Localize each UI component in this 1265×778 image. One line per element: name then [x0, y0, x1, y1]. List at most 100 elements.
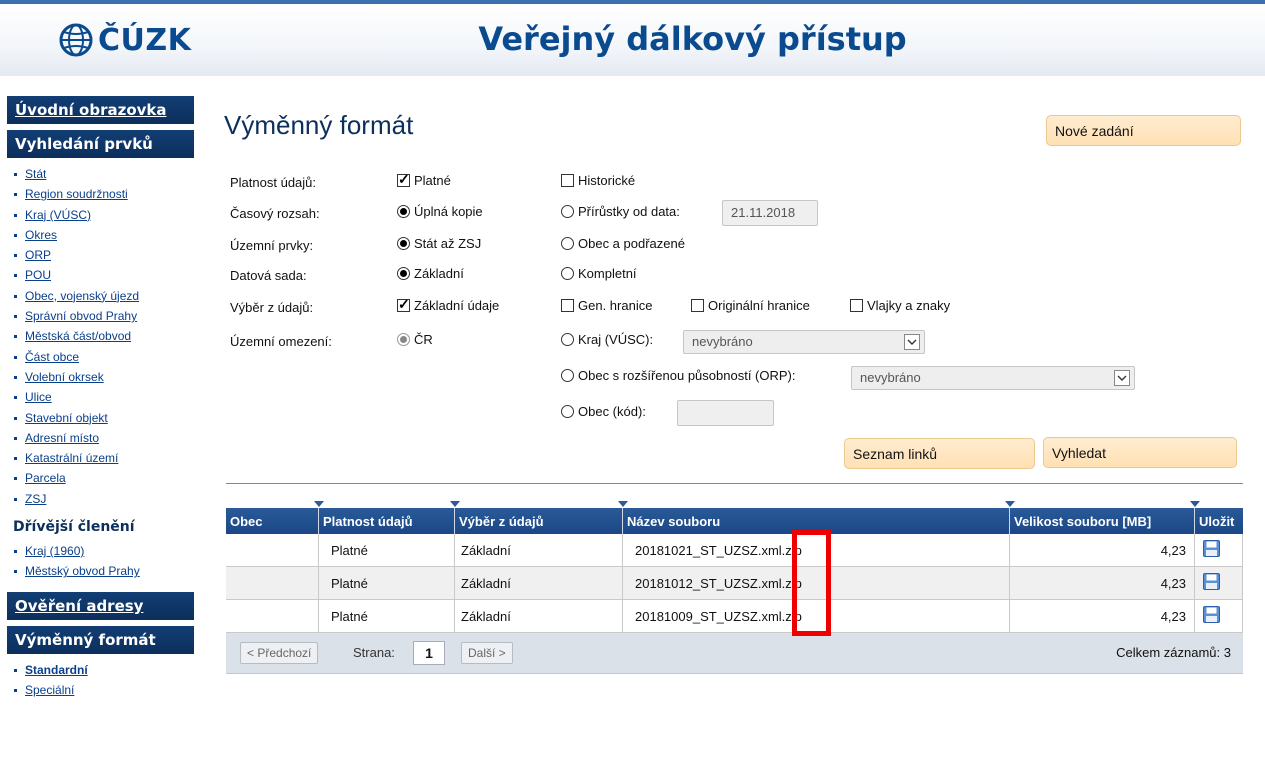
sort-marker-icon: [618, 501, 628, 507]
col-header-label: Název souboru: [627, 513, 721, 529]
option-prirustky[interactable]: Přírůstky od data:: [561, 204, 680, 219]
page-number-input[interactable]: 1: [413, 641, 445, 665]
save-icon[interactable]: [1203, 573, 1220, 590]
col-velikost[interactable]: Velikost souboru [MB]: [1005, 501, 1195, 534]
option-platne[interactable]: Platné: [397, 171, 451, 188]
radio-cr[interactable]: [397, 333, 410, 346]
col-header-label: Platnost údajů: [323, 513, 413, 529]
sidebar-link[interactable]: ZSJ: [25, 492, 46, 506]
option-vlajky[interactable]: Vlajky a znaky: [850, 298, 950, 313]
sidebar-item-standardni: Standardní: [14, 660, 194, 680]
sort-marker-icon: [1190, 501, 1200, 507]
sidebar-link[interactable]: Adresní místo: [25, 431, 99, 445]
sidebar-item-parcela: Parcela: [14, 468, 194, 488]
sidebar-link[interactable]: Standardní: [25, 663, 88, 677]
label-selection: Výběr z údajů:: [230, 300, 314, 315]
save-icon[interactable]: [1203, 540, 1220, 557]
cell-size: 4,23: [1009, 599, 1195, 633]
option-cr[interactable]: ČR: [397, 332, 433, 347]
section-divider: [226, 483, 1243, 484]
option-uplna-kopie[interactable]: Úplná kopie: [397, 204, 483, 219]
sidebar-link[interactable]: Obec, vojenský újezd: [25, 289, 139, 303]
checkbox-zakladni-udaje[interactable]: [397, 296, 410, 313]
sidebar-link[interactable]: ORP: [25, 248, 51, 262]
sidebar-link[interactable]: Správní obvod Prahy: [25, 309, 137, 323]
sidebar-link[interactable]: Kraj (1960): [25, 544, 84, 558]
checkbox-historicke[interactable]: [561, 174, 574, 187]
col-obec[interactable]: Obec: [226, 508, 319, 534]
sidebar-link[interactable]: Část obce: [25, 350, 79, 364]
obec-kod-input[interactable]: [677, 400, 774, 426]
radio-uplna-kopie[interactable]: [397, 205, 410, 218]
sidebar-link[interactable]: Parcela: [25, 471, 66, 485]
table-row: Platné Základní 20181009_ST_UZSZ.xml.zip…: [226, 599, 1243, 633]
option-kraj[interactable]: Kraj (VÚSC):: [561, 332, 653, 347]
sidebar-item-obec: Obec, vojenský újezd: [14, 286, 194, 306]
save-cell: [1194, 566, 1243, 600]
col-vyber[interactable]: Výběr z údajů: [450, 501, 623, 534]
next-page-button[interactable]: Další >: [461, 642, 513, 664]
save-cell: [1194, 534, 1243, 567]
sidebar-item-mestsky-obvod: Městský obvod Prahy: [14, 561, 194, 581]
radio-obec-kod[interactable]: [561, 405, 574, 418]
kraj-select[interactable]: nevybráno: [683, 330, 925, 354]
new-query-button[interactable]: Nové zadání: [1046, 115, 1241, 146]
option-zakladni[interactable]: Základní: [397, 266, 464, 281]
option-label: Úplná kopie: [414, 204, 483, 219]
checkbox-platne[interactable]: [397, 171, 410, 188]
sidebar-link[interactable]: Stát: [25, 167, 46, 181]
option-kompletni[interactable]: Kompletní: [561, 266, 637, 281]
option-originalni-hranice[interactable]: Originální hranice: [691, 298, 810, 313]
radio-obec-podrazene[interactable]: [561, 237, 574, 250]
orp-select[interactable]: nevybráno: [851, 366, 1135, 390]
option-gen-hranice[interactable]: Gen. hranice: [561, 298, 652, 313]
cell-selection: Základní: [454, 599, 623, 633]
save-icon[interactable]: [1203, 606, 1220, 623]
radio-zakladni[interactable]: [397, 267, 410, 280]
option-historicke[interactable]: Historické: [561, 173, 635, 188]
radio-prirustky[interactable]: [561, 205, 574, 218]
sidebar-link[interactable]: POU: [25, 268, 51, 282]
col-header-label: Výběr z údajů: [459, 513, 544, 529]
sidebar-link[interactable]: Ulice: [25, 390, 52, 404]
option-obec-podrazene[interactable]: Obec a podřazené: [561, 236, 685, 251]
checkbox-originalni-hranice[interactable]: [691, 299, 704, 312]
sidebar-link[interactable]: Speciální: [25, 683, 74, 697]
option-label: Gen. hranice: [578, 298, 653, 313]
checkbox-vlajky[interactable]: [850, 299, 863, 312]
radio-kompletni[interactable]: [561, 267, 574, 280]
cell-obec: [226, 599, 319, 633]
col-ulozit[interactable]: Uložit: [1190, 501, 1243, 534]
option-stat-az-zsj[interactable]: Stát až ZSJ: [397, 236, 481, 251]
prev-page-button[interactable]: < Předchozí: [240, 642, 319, 664]
date-input[interactable]: 21.11.2018: [722, 200, 818, 226]
sidebar-link[interactable]: Region soudržnosti: [25, 187, 128, 201]
option-zakladni-udaje[interactable]: Základní údaje: [397, 296, 499, 313]
option-orp[interactable]: Obec s rozšířenou působností (ORP):: [561, 368, 795, 383]
page-title: Výměnný formát: [224, 110, 414, 140]
sidebar-link[interactable]: Městský obvod Prahy: [25, 564, 140, 578]
search-items-list: Stát Region soudržnosti Kraj (VÚSC) Okre…: [7, 164, 194, 509]
col-header-label: Obec: [230, 513, 263, 529]
sidebar-link[interactable]: Katastrální území: [25, 451, 118, 465]
sidebar-link[interactable]: Volební okrsek: [25, 370, 104, 384]
sidebar: Úvodní obrazovka Vyhledání prvků Stát Re…: [7, 96, 194, 700]
radio-kraj[interactable]: [561, 333, 574, 346]
sidebar-link[interactable]: Okres: [25, 228, 57, 242]
sidebar-verify-link[interactable]: Ověření adresy: [7, 591, 194, 620]
radio-orp[interactable]: [561, 369, 574, 382]
radio-stat-az-zsj[interactable]: [397, 237, 410, 250]
col-platnost[interactable]: Platnost údajů: [314, 501, 455, 534]
search-button[interactable]: Vyhledat: [1043, 437, 1237, 468]
sidebar-item-cast-obce: Část obce: [14, 347, 194, 367]
sidebar-home-link[interactable]: Úvodní obrazovka: [7, 96, 194, 124]
link-list-button[interactable]: Seznam linků: [844, 438, 1035, 469]
sidebar-item-volebni-okrsek: Volební okrsek: [14, 367, 194, 387]
cell-validity: Platné: [318, 599, 455, 633]
checkbox-gen-hranice[interactable]: [561, 299, 574, 312]
sidebar-link[interactable]: Stavební objekt: [25, 411, 108, 425]
sidebar-link[interactable]: Kraj (VÚSC): [25, 208, 91, 222]
option-obec-kod[interactable]: Obec (kód):: [561, 404, 646, 419]
sidebar-link[interactable]: Městská část/obvod: [25, 329, 131, 343]
sort-marker-icon: [1005, 501, 1015, 507]
